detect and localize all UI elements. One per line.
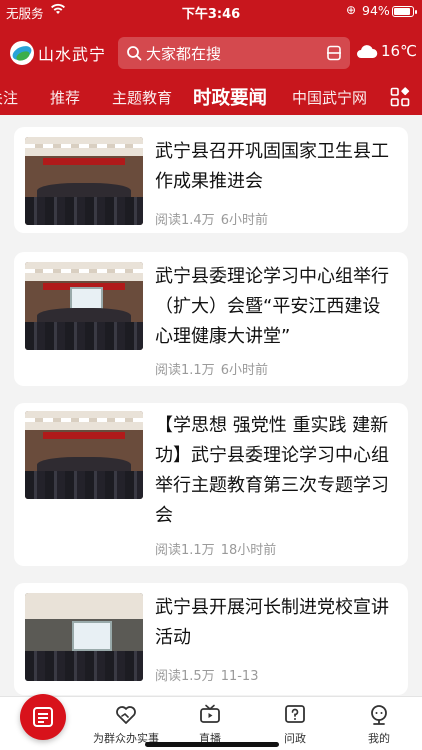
article-meta: 阅读1.1万 6小时前 [155,359,268,378]
article-thumbnail [25,137,143,225]
logo-mark-icon [10,41,34,65]
clock: 下午3:46 [181,7,241,22]
search-bar[interactable]: 大家都在搜 [118,37,350,69]
article-title: 武宁县委理论学习中心组举行（扩大）会暨“平安江西建设心理健康大讲堂” [155,266,389,347]
article-time: 6小时前 [220,213,268,228]
nav-item-live[interactable]: 直播 [168,703,252,746]
scan-icon[interactable] [326,45,342,61]
app-logo[interactable]: 山水武宁 [10,39,106,67]
cloud-icon [357,45,378,58]
article-card[interactable]: 【学思想 强党性 重实践 建新功】武宁县委理论学习中心组举行主题教育第三次专题学… [14,403,408,566]
article-time: 11-13 [220,669,259,684]
logo-text: 山水武宁 [38,45,107,64]
article-card[interactable]: 武宁县开展河长制进党校宣讲活动 阅读1.5万 11-13 [14,583,408,695]
battery-percent: 94% [362,3,390,18]
tab-recommend[interactable]: 推荐 [50,87,80,108]
channel-grid-icon[interactable] [390,87,410,107]
article-meta: 阅读1.5万 11-13 [155,665,258,684]
user-icon [371,705,387,725]
rotation-lock-icon: ⊕ [346,3,357,17]
tab-current-affairs[interactable]: 时政要闻 [193,84,267,110]
battery-icon [392,6,417,17]
tab-follow[interactable]: 关注 [0,87,18,108]
tab-china-wuning[interactable]: 中国武宁网 [292,87,367,108]
nav-item-mine[interactable]: 我的 [337,703,421,746]
article-read-count: 阅读1.5万 [155,669,215,684]
article-thumbnail [25,262,143,350]
channel-tabs: 关注 推荐 主题教育 时政要闻 中国武宁网 [0,80,422,116]
app-header: 无服务 下午3:46 ⊕ 94% 山水武宁 大家都在搜 16℃ 关注 推荐 主题… [0,0,422,115]
article-thumbnail [25,411,143,499]
article-card[interactable]: 武宁县委理论学习中心组举行（扩大）会暨“平安江西建设心理健康大讲堂” 阅读1.1… [14,252,408,386]
nav-item-inquiry[interactable]: 问政 [253,703,337,746]
weather-temp: 16℃ [381,42,417,60]
article-title: 武宁县召开巩固国家卫生县工作成果推进会 [155,141,389,192]
nav-label: 我的 [368,732,390,745]
article-thumbnail [25,593,143,681]
article-meta: 阅读1.1万 18小时前 [155,539,276,558]
article-read-count: 阅读1.4万 [155,213,215,228]
article-time: 18小时前 [220,543,277,558]
article-title: 武宁县开展河长制进党校宣讲活动 [155,597,389,648]
search-icon [127,46,142,61]
battery-level [394,8,410,15]
nav-home-button[interactable] [20,694,66,740]
status-bar: 无服务 下午3:46 ⊕ 94% [0,0,422,24]
weather-widget[interactable]: 16℃ [356,42,417,60]
article-card[interactable]: 武宁县召开巩固国家卫生县工作成果推进会 阅读1.4万 6小时前 [14,127,408,233]
news-icon [33,707,53,727]
nav-item-service[interactable]: 为群众办实事 [84,703,168,746]
tab-theme-education[interactable]: 主题教育 [112,87,172,108]
article-time: 6小时前 [220,363,268,378]
heart-hands-icon [116,706,136,724]
question-icon [285,705,305,723]
article-read-count: 阅读1.1万 [155,363,215,378]
search-placeholder: 大家都在搜 [146,44,222,63]
article-read-count: 阅读1.1万 [155,543,215,558]
article-meta: 阅读1.4万 6小时前 [155,209,268,228]
article-title: 【学思想 强党性 重实践 建新功】武宁县委理论学习中心组举行主题教育第三次专题学… [155,415,389,526]
home-indicator [145,742,279,747]
tv-icon [200,704,220,723]
